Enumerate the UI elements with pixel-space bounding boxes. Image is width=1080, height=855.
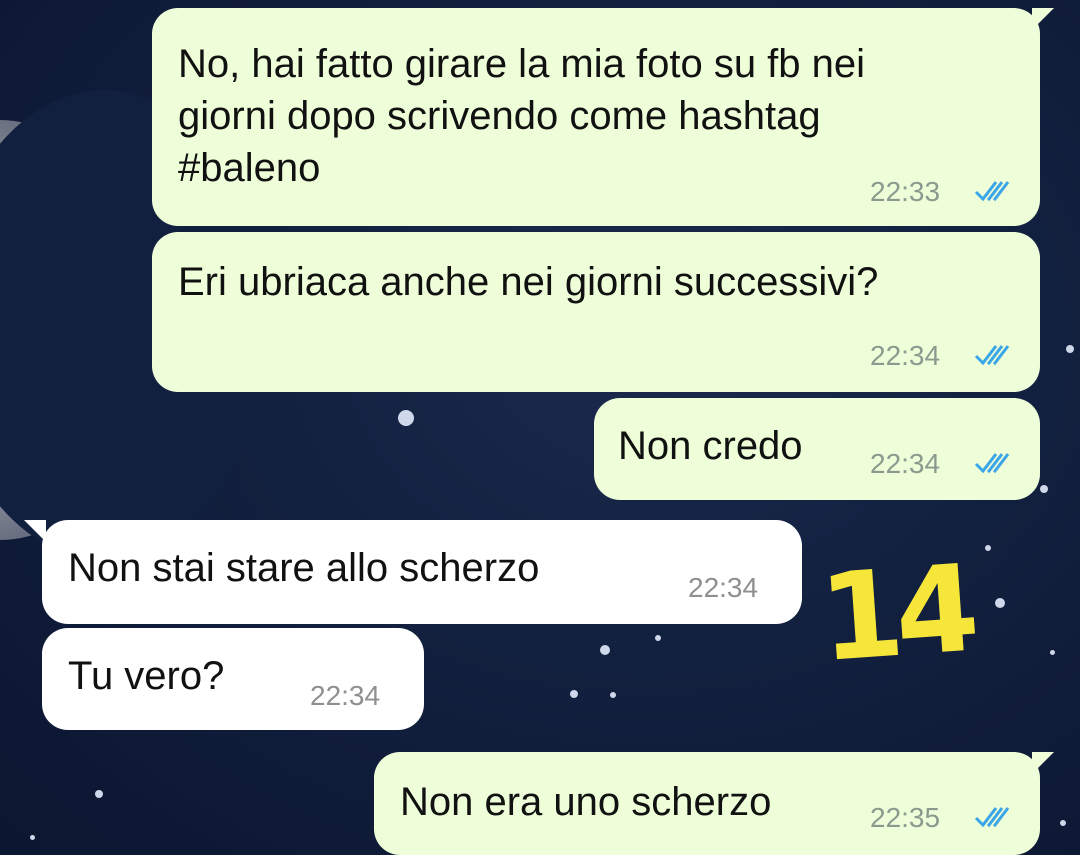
star [600, 645, 610, 655]
message-text-line: #baleno [178, 146, 321, 190]
message-timestamp: 22:33 [870, 176, 941, 207]
message-timestamp: 22:34 [688, 572, 759, 603]
star [398, 410, 414, 426]
message-bubble-outgoing[interactable]: No, hai fatto girare la mia foto su fb n… [152, 8, 1054, 226]
star [1066, 345, 1074, 353]
message-timestamp: 22:35 [870, 802, 941, 833]
message-bubble-outgoing[interactable]: Non era uno scherzo 22:35 [374, 752, 1054, 855]
message-text-line: No, hai fatto girare la mia foto su fb n… [178, 42, 866, 86]
bubble-tail [1032, 8, 1054, 30]
star [1060, 820, 1066, 826]
message-text: Eri ubriaca anche nei giorni successivi? [178, 256, 878, 308]
message-text: Non credo [618, 420, 803, 472]
message-text-line: Non credo [618, 424, 803, 468]
star [1040, 485, 1048, 493]
star [570, 690, 578, 698]
star [30, 835, 35, 840]
message-text-line: Non stai stare allo scherzo [68, 546, 540, 590]
message-text: Non stai stare allo scherzo [68, 542, 539, 594]
star [1050, 650, 1055, 655]
double-check-icon [974, 181, 1010, 202]
message-bubble-outgoing[interactable]: Eri ubriaca anche nei giorni successivi?… [152, 232, 1040, 392]
double-check-icon [974, 807, 1010, 828]
message-text: Tu vero? [68, 650, 224, 702]
message-timestamp: 22:34 [870, 340, 941, 371]
double-check-icon [974, 345, 1010, 366]
bubble-tail [1032, 752, 1054, 774]
star [95, 790, 103, 798]
message-timestamp: 22:34 [310, 680, 381, 711]
double-check-icon [974, 453, 1010, 474]
message-text-line: Tu vero? [68, 654, 225, 698]
message-timestamp: 22:34 [870, 448, 941, 479]
star [655, 635, 661, 641]
bubble-tail [24, 520, 46, 542]
message-text-line: Non era uno scherzo [400, 780, 772, 824]
message-text-line: giorni dopo scrivendo come hashtag [178, 94, 821, 138]
message-bubble-incoming[interactable]: Tu vero? 22:34 [42, 628, 424, 730]
annotation-number: 14 [815, 539, 976, 690]
message-text: Non era uno scherzo [400, 776, 771, 828]
message-text: No, hai fatto girare la mia foto su fb n… [178, 38, 865, 194]
message-text-line: Eri ubriaca anche nei giorni successivi? [178, 260, 879, 304]
message-bubble-incoming[interactable]: Non stai stare allo scherzo 22:34 [24, 520, 802, 624]
star [995, 598, 1005, 608]
star [985, 545, 991, 551]
star [610, 692, 616, 698]
message-bubble-outgoing[interactable]: Non credo 22:34 [594, 398, 1040, 500]
